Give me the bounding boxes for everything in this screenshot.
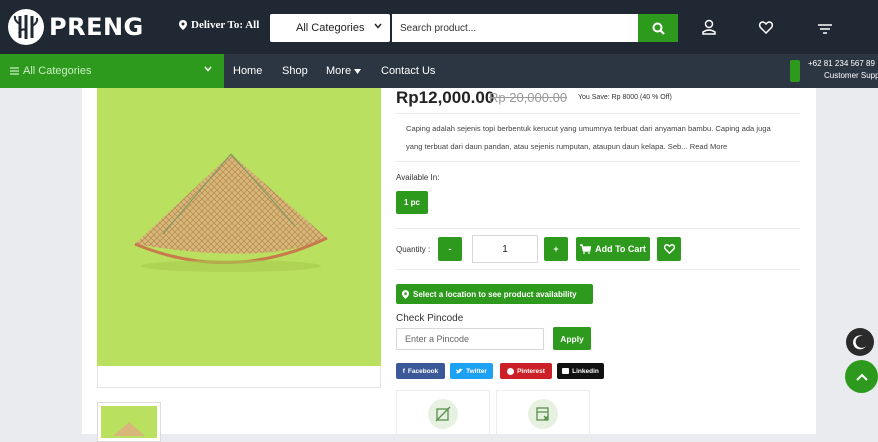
twitter-icon <box>456 368 464 374</box>
product-old-price: Rp 20,000.00 <box>489 90 568 105</box>
cart-icon <box>580 244 592 254</box>
conical-hat-image <box>134 153 328 272</box>
bamboo-logo-icon <box>8 9 44 45</box>
divider <box>396 113 800 114</box>
no-cancel-icon <box>528 399 558 429</box>
share-linkedin-button[interactable]: Linkedin <box>557 363 604 379</box>
you-save-text: You Save: Rp 8000 (40 % Off) <box>578 94 672 101</box>
phone-icon <box>790 60 800 82</box>
check-pincode-label: Check Pincode <box>396 313 464 324</box>
chevron-down-icon <box>204 66 212 72</box>
share-pinterest-button[interactable]: Pinterest <box>500 363 552 379</box>
cart-button[interactable] <box>814 16 836 38</box>
heart-icon <box>759 20 773 34</box>
image-frame <box>97 366 381 388</box>
moon-icon <box>853 335 866 350</box>
quantity-label: Quantity : <box>396 245 431 254</box>
product-price: Rp12,000.00 <box>396 88 495 107</box>
add-to-cart-label: Add To Cart <box>595 244 646 254</box>
feature-box-no-return <box>396 390 490 440</box>
select-location-label: Select a location to see product availab… <box>413 289 577 299</box>
share-twitter-label: Twitter <box>466 367 487 375</box>
quantity-increase-button[interactable]: + <box>544 237 568 261</box>
nav-more[interactable]: More <box>326 65 362 77</box>
map-pin-icon <box>402 289 409 299</box>
dark-mode-toggle[interactable] <box>846 328 874 356</box>
apply-pincode-button[interactable]: Apply <box>553 327 591 350</box>
share-pinterest-label: Pinterest <box>517 367 545 375</box>
select-location-button[interactable]: Select a location to see product availab… <box>396 284 593 304</box>
chevron-up-icon <box>855 373 868 381</box>
add-to-cart-button[interactable]: Add To Cart <box>576 237 650 261</box>
wishlist-button[interactable] <box>755 16 777 38</box>
brand-name: PRENG <box>49 13 144 41</box>
menu-icon <box>10 67 19 75</box>
nav-more-label: More <box>326 65 352 77</box>
facebook-icon: f <box>402 367 405 375</box>
pincode-input[interactable] <box>396 328 544 350</box>
category-select[interactable]: All Categories <box>270 14 390 42</box>
share-facebook-button[interactable]: f Facebook <box>396 363 445 379</box>
available-in-label: Available In: <box>396 173 440 182</box>
top-header: PRENG Deliver To: All All Categories <box>0 0 878 54</box>
support-label: Customer Support <box>824 71 878 80</box>
account-button[interactable] <box>698 16 720 38</box>
map-pin-icon <box>179 20 187 30</box>
divider <box>396 161 800 162</box>
nav-shop[interactable]: Shop <box>282 65 308 77</box>
deliver-to-label: Deliver To: All <box>191 19 260 31</box>
thumbnail-image <box>101 406 157 438</box>
quantity-decrease-button[interactable]: - <box>438 237 462 261</box>
product-description: Caping adalah sejenis topi berbentuk ker… <box>406 124 771 151</box>
user-icon <box>702 19 716 35</box>
share-linkedin-label: Linkedin <box>572 367 599 375</box>
support-phone[interactable]: +62 81 234 567 89 <box>808 59 875 68</box>
linkedin-icon <box>562 368 570 374</box>
search-input[interactable] <box>392 14 638 42</box>
nav-home[interactable]: Home <box>233 65 262 77</box>
pack-option-1pc[interactable]: 1 pc <box>396 191 428 214</box>
all-categories-label: All Categories <box>23 65 92 77</box>
divider <box>396 269 800 270</box>
quantity-input[interactable] <box>472 235 538 263</box>
chevron-down-icon <box>374 23 382 29</box>
share-facebook-label: Facebook <box>407 367 439 375</box>
search-icon <box>652 22 665 35</box>
deliver-to-selector[interactable]: Deliver To: All <box>179 19 259 31</box>
scroll-to-top-button[interactable] <box>845 360 878 393</box>
pinterest-icon <box>507 367 515 375</box>
divider <box>396 228 800 229</box>
main-navigation: All Categories Home Shop More Contact Us… <box>0 54 878 88</box>
product-main-image[interactable] <box>97 88 381 366</box>
product-thumbnail[interactable] <box>97 402 161 442</box>
brand-logo[interactable]: PRENG <box>8 9 144 45</box>
share-twitter-button[interactable]: Twitter <box>450 363 493 379</box>
no-return-icon <box>428 399 458 429</box>
chevron-down-icon <box>354 69 362 74</box>
feature-box-no-cancel <box>496 390 590 440</box>
nav-contact-us[interactable]: Contact Us <box>381 65 435 77</box>
heart-icon <box>663 244 675 254</box>
cart-icon <box>818 24 832 34</box>
category-select-value: All Categories <box>296 22 365 34</box>
search-button[interactable] <box>638 14 678 42</box>
all-categories-menu[interactable]: All Categories <box>0 54 224 88</box>
add-to-wishlist-button[interactable] <box>657 237 681 261</box>
